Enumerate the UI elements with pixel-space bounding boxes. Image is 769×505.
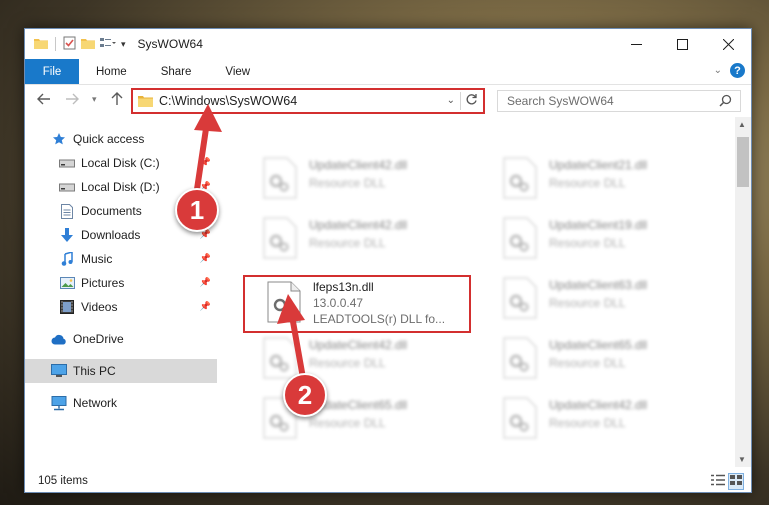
callout-arrow-2	[277, 294, 306, 381]
callout-badge-2: 2	[283, 373, 327, 417]
callout-badge-1: 1	[175, 188, 219, 232]
callout-arrow-1	[193, 104, 222, 199]
annotation-arrows	[193, 104, 306, 381]
